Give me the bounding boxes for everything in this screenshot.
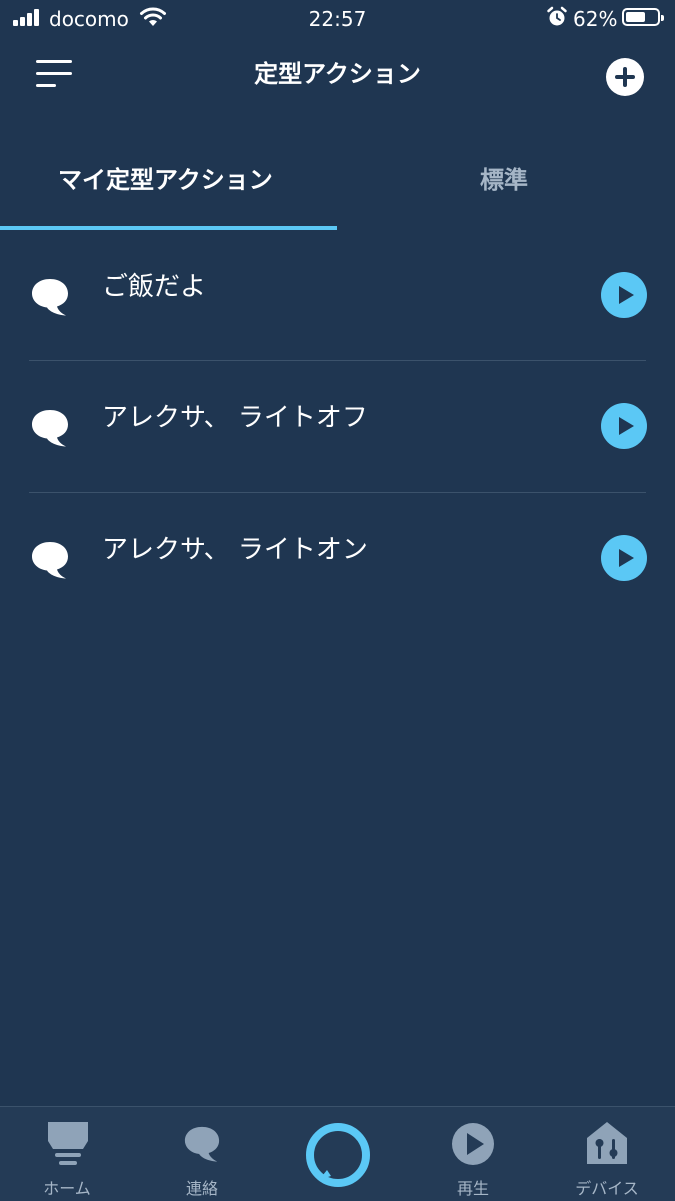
status-bar: docomo 22:57 62% <box>0 0 675 38</box>
nav-play-label: 再生 <box>456 1179 489 1198</box>
add-routine-button[interactable] <box>606 58 644 96</box>
play-circle-icon <box>452 1123 494 1165</box>
page-title: 定型アクション <box>254 60 421 88</box>
alexa-button[interactable] <box>305 1122 371 1188</box>
chat-bubble-icon <box>184 1126 220 1162</box>
play-routine-button[interactable] <box>601 535 647 581</box>
wifi-icon <box>140 7 166 26</box>
routine-label: アレクサ、 ライトオン <box>102 535 368 565</box>
nav-play[interactable]: 再生 <box>413 1107 533 1201</box>
speech-bubble-icon <box>32 410 68 447</box>
carrier-name: docomo <box>49 7 129 31</box>
signal-strength-icon <box>13 8 43 26</box>
routine-label: アレクサ、 ライトオフ <box>102 403 368 433</box>
nav-devices-label: デバイス <box>575 1179 639 1198</box>
battery-percentage: 62% <box>573 7 618 31</box>
routine-label: ご飯だよ <box>102 272 207 302</box>
battery-icon <box>622 8 664 26</box>
routine-list: ご飯だよ アレクサ、 ライトオフ アレクサ、 ライトオン <box>0 230 675 625</box>
devices-house-icon <box>587 1122 627 1164</box>
nav-home[interactable]: ホーム <box>7 1107 127 1201</box>
speech-bubble-icon <box>32 279 68 316</box>
nav-communicate[interactable]: 連絡 <box>142 1107 262 1201</box>
routine-item[interactable]: ご飯だよ <box>0 230 675 361</box>
bottom-nav: ホーム 連絡 再生 デバイス <box>0 1106 675 1201</box>
home-icon <box>48 1122 88 1165</box>
tab-standard[interactable]: 標準 <box>480 160 528 195</box>
routine-item[interactable]: アレクサ、 ライトオフ <box>0 361 675 493</box>
alarm-clock-icon <box>547 6 567 26</box>
speech-bubble-icon <box>32 542 68 579</box>
tab-my-routines[interactable]: マイ定型アクション <box>58 160 273 195</box>
routine-item[interactable]: アレクサ、 ライトオン <box>0 493 675 625</box>
play-routine-button[interactable] <box>601 272 647 318</box>
nav-communicate-label: 連絡 <box>185 1179 218 1198</box>
nav-devices[interactable]: デバイス <box>547 1107 667 1201</box>
play-routine-button[interactable] <box>601 403 647 449</box>
nav-home-label: ホーム <box>43 1179 91 1198</box>
